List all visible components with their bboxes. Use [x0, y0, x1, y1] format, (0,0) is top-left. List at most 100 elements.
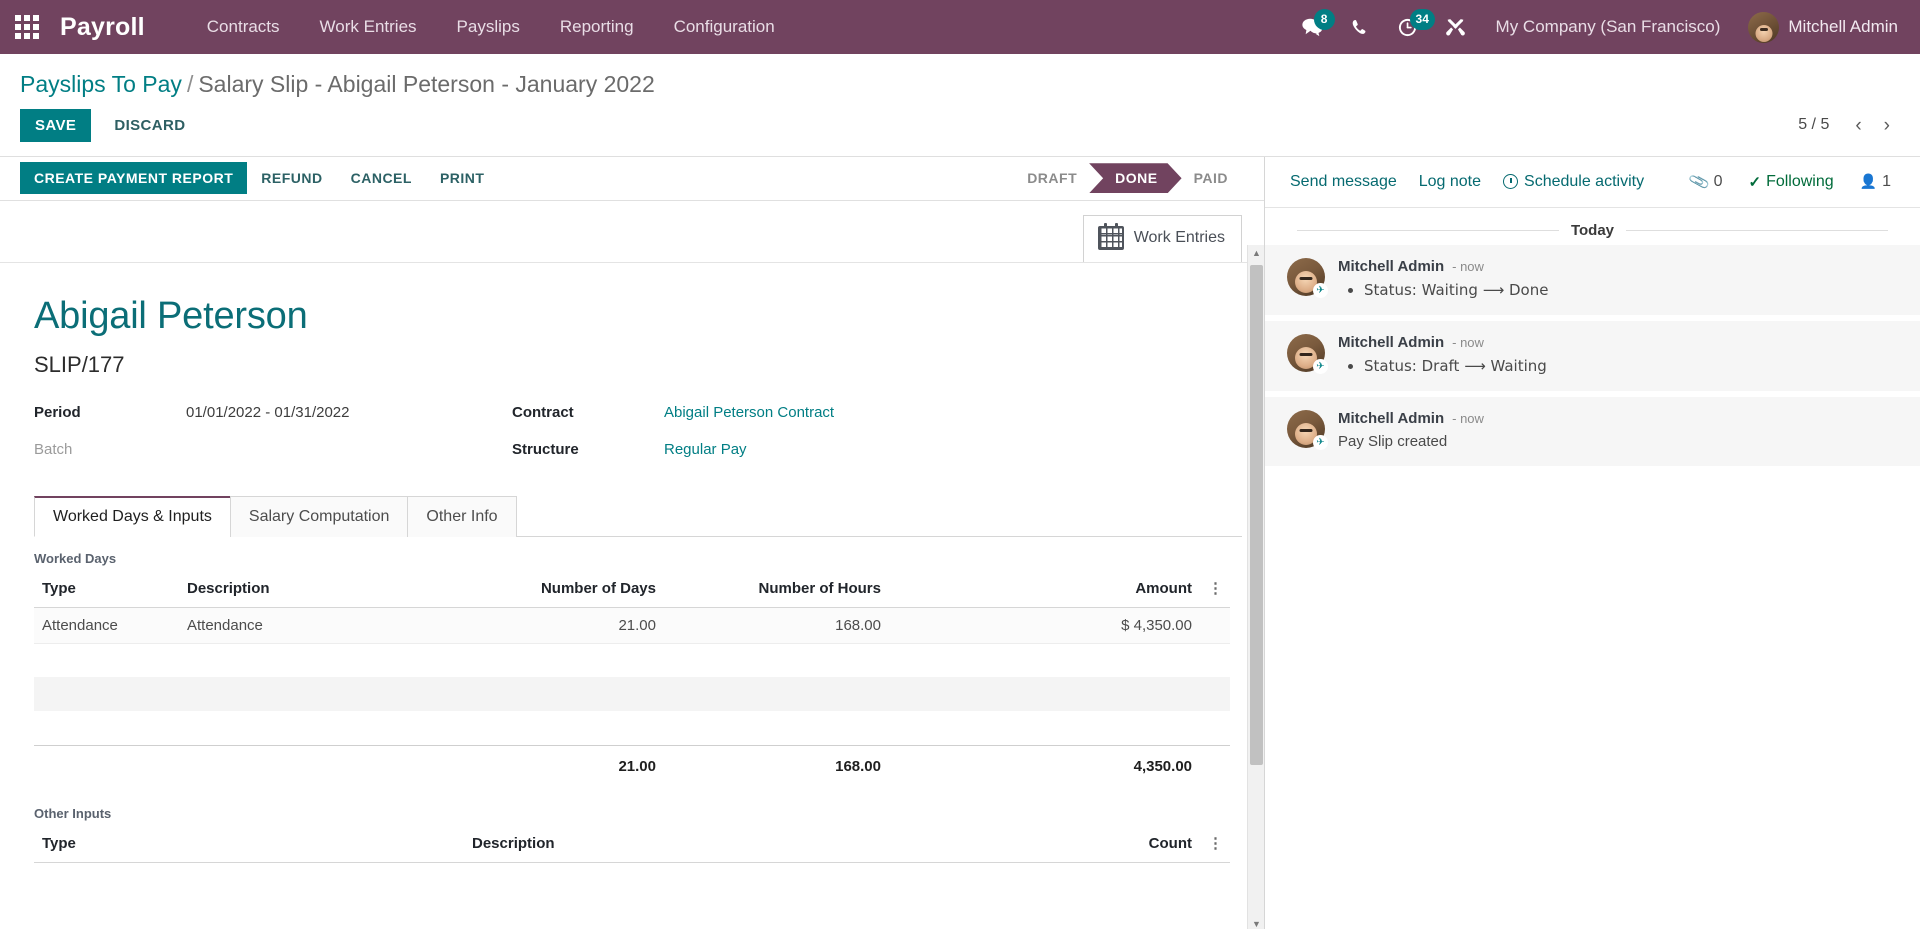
- message-content: Pay Slip created: [1338, 433, 1898, 450]
- user-menu[interactable]: Mitchell Admin: [1738, 8, 1904, 47]
- field-structure-label: Structure: [512, 440, 579, 458]
- col-other-description[interactable]: Description: [464, 826, 894, 863]
- save-button[interactable]: SAVE: [20, 108, 92, 142]
- form-scrollbar[interactable]: ▲ ▼: [1247, 244, 1264, 929]
- total-amount: 4,350.00: [889, 744, 1200, 784]
- pager-count: 5 / 5: [1798, 116, 1830, 134]
- pager-next-button[interactable]: ›: [1874, 114, 1900, 137]
- refund-button[interactable]: REFUND: [247, 162, 336, 194]
- total-spacer-description: [179, 744, 459, 784]
- pager-previous-button[interactable]: ‹: [1845, 114, 1871, 137]
- field-period-value[interactable]: 01/01/2022 - 01/31/2022: [186, 404, 349, 421]
- body-area: CREATE PAYMENT REPORT REFUND CANCEL PRIN…: [0, 155, 1920, 929]
- phone-icon[interactable]: [1338, 5, 1382, 49]
- message-content: Status: Draft ⟶ Waiting: [1338, 357, 1898, 375]
- form-sheet-scroll: Work Entries Abigail Peterson SLIP/177 P…: [0, 200, 1264, 929]
- optional-columns-dropdown[interactable]: ⋮: [1200, 571, 1230, 608]
- message-content: Status: Waiting ⟶ Done: [1338, 281, 1898, 299]
- breadcrumb-root[interactable]: Payslips To Pay: [20, 70, 182, 99]
- col-other-count[interactable]: Count: [894, 826, 1200, 863]
- work-entries-stat-button[interactable]: Work Entries: [1082, 214, 1242, 262]
- stage-done[interactable]: DONE: [1089, 163, 1181, 193]
- menu-work-entries[interactable]: Work Entries: [300, 9, 437, 45]
- table-header-row: Type Description Count ⋮: [34, 826, 1230, 863]
- menu-payslips[interactable]: Payslips: [437, 9, 540, 45]
- cell-amount[interactable]: $ 4,350.00: [889, 607, 1200, 644]
- col-number-of-days[interactable]: Number of Days: [459, 571, 664, 608]
- attachments-button[interactable]: 📎 0: [1679, 169, 1734, 195]
- scrollbar-thumb[interactable]: [1250, 264, 1263, 765]
- col-description[interactable]: Description: [179, 571, 459, 608]
- schedule-activity-button[interactable]: Schedule activity: [1492, 169, 1655, 195]
- total-hours: 168.00: [664, 744, 889, 784]
- plane-icon: ✈: [1313, 358, 1328, 374]
- list-item: ✈ Mitchell Admin - now Pay Slip created: [1265, 396, 1920, 472]
- pager: 5 / 5 ‹ ›: [1798, 114, 1900, 137]
- messages-badge: 8: [1313, 9, 1335, 30]
- cell-days[interactable]: 21.00: [459, 607, 664, 644]
- message-timestamp: - now: [1452, 258, 1484, 274]
- tab-other-info[interactable]: Other Info: [407, 495, 517, 537]
- form-sheet: Work Entries Abigail Peterson SLIP/177 P…: [0, 201, 1264, 863]
- menu-reporting[interactable]: Reporting: [540, 9, 654, 45]
- tab-worked-days-and-inputs[interactable]: Worked Days & Inputs: [34, 495, 231, 537]
- avatar: ✈: [1287, 333, 1328, 374]
- print-button[interactable]: PRINT: [426, 162, 499, 194]
- company-selector[interactable]: My Company (San Francisco): [1482, 9, 1735, 45]
- worked-days-table: Type Description Number of Days Number o…: [34, 571, 1230, 784]
- cell-type[interactable]: Attendance: [34, 607, 179, 644]
- message-text: Status: Waiting ⟶ Done: [1364, 281, 1898, 299]
- following-button[interactable]: ✓ Following: [1737, 169, 1844, 195]
- scroll-down-arrow[interactable]: ▼: [1248, 916, 1264, 929]
- messages-icon[interactable]: 8: [1290, 5, 1335, 49]
- send-message-button[interactable]: Send message: [1279, 169, 1408, 195]
- followers-button[interactable]: 👤 1: [1849, 169, 1902, 195]
- message-author[interactable]: Mitchell Admin: [1338, 334, 1444, 351]
- message-author[interactable]: Mitchell Admin: [1338, 410, 1444, 427]
- user-name: Mitchell Admin: [1788, 17, 1898, 36]
- message-author[interactable]: Mitchell Admin: [1338, 258, 1444, 275]
- tab-salary-computation[interactable]: Salary Computation: [229, 495, 409, 537]
- table-total-row: 21.00 168.00 4,350.00: [34, 744, 1230, 784]
- field-contract-value[interactable]: Abigail Peterson Contract: [664, 404, 834, 421]
- status-stages: DRAFT DONE PAID: [1011, 163, 1244, 193]
- avatar: ✈: [1287, 409, 1328, 450]
- optional-columns-dropdown[interactable]: ⋮: [1200, 826, 1230, 863]
- create-payment-report-button[interactable]: CREATE PAYMENT REPORT: [20, 162, 248, 195]
- chatter-thread: Today ✈ Mitchell Admin - now Status: Wai…: [1265, 208, 1920, 929]
- stage-paid[interactable]: PAID: [1178, 164, 1244, 192]
- cancel-button[interactable]: CANCEL: [337, 162, 426, 194]
- cell-description[interactable]: Attendance: [179, 607, 459, 644]
- field-structure-value[interactable]: Regular Pay: [664, 441, 747, 458]
- col-other-type[interactable]: Type: [34, 826, 464, 863]
- message-text: Status: Draft ⟶ Waiting: [1364, 357, 1898, 375]
- list-item: ✈ Mitchell Admin - now Status: Draft ⟶ W…: [1265, 320, 1920, 397]
- col-amount[interactable]: Amount: [889, 571, 1200, 608]
- debug-tools-icon[interactable]: [1434, 5, 1478, 49]
- send-message-label: Send message: [1290, 172, 1397, 190]
- plane-icon: ✈: [1313, 282, 1328, 298]
- table-row[interactable]: Attendance Attendance 21.00 168.00 $ 4,3…: [34, 607, 1230, 644]
- cell-hours[interactable]: 168.00: [664, 607, 889, 644]
- chatter-toolbar: Send message Log note Schedule activity …: [1265, 157, 1920, 208]
- chatter-toolbar-right: 📎 0 ✓ Following 👤 1: [1679, 169, 1902, 195]
- apps-grid-icon[interactable]: [10, 10, 44, 44]
- log-note-button[interactable]: Log note: [1408, 169, 1492, 195]
- control-panel-buttons: SAVE DISCARD 5 / 5 ‹ ›: [0, 99, 1920, 156]
- total-spacer-end: [1200, 744, 1230, 784]
- scroll-up-arrow[interactable]: ▲: [1248, 245, 1264, 262]
- col-number-of-hours[interactable]: Number of Hours: [664, 571, 889, 608]
- app-brand-payroll[interactable]: Payroll: [52, 13, 153, 42]
- notebook-tabs: Worked Days & Inputs Salary Computation …: [34, 495, 1242, 537]
- activities-icon[interactable]: 34: [1386, 5, 1435, 49]
- form-sheet-inner: Abigail Peterson SLIP/177 Period 01/01/2…: [0, 263, 1264, 863]
- menu-contracts[interactable]: Contracts: [187, 9, 300, 45]
- avatar: ✈: [1287, 257, 1328, 298]
- breadcrumb-separator: /: [186, 71, 194, 97]
- following-label: Following: [1766, 172, 1834, 190]
- menu-configuration[interactable]: Configuration: [654, 9, 795, 45]
- stage-draft[interactable]: DRAFT: [1011, 164, 1093, 192]
- message-body: Mitchell Admin - now Status: Waiting ⟶ D…: [1338, 258, 1898, 299]
- discard-button[interactable]: DISCARD: [99, 109, 200, 142]
- col-type[interactable]: Type: [34, 571, 179, 608]
